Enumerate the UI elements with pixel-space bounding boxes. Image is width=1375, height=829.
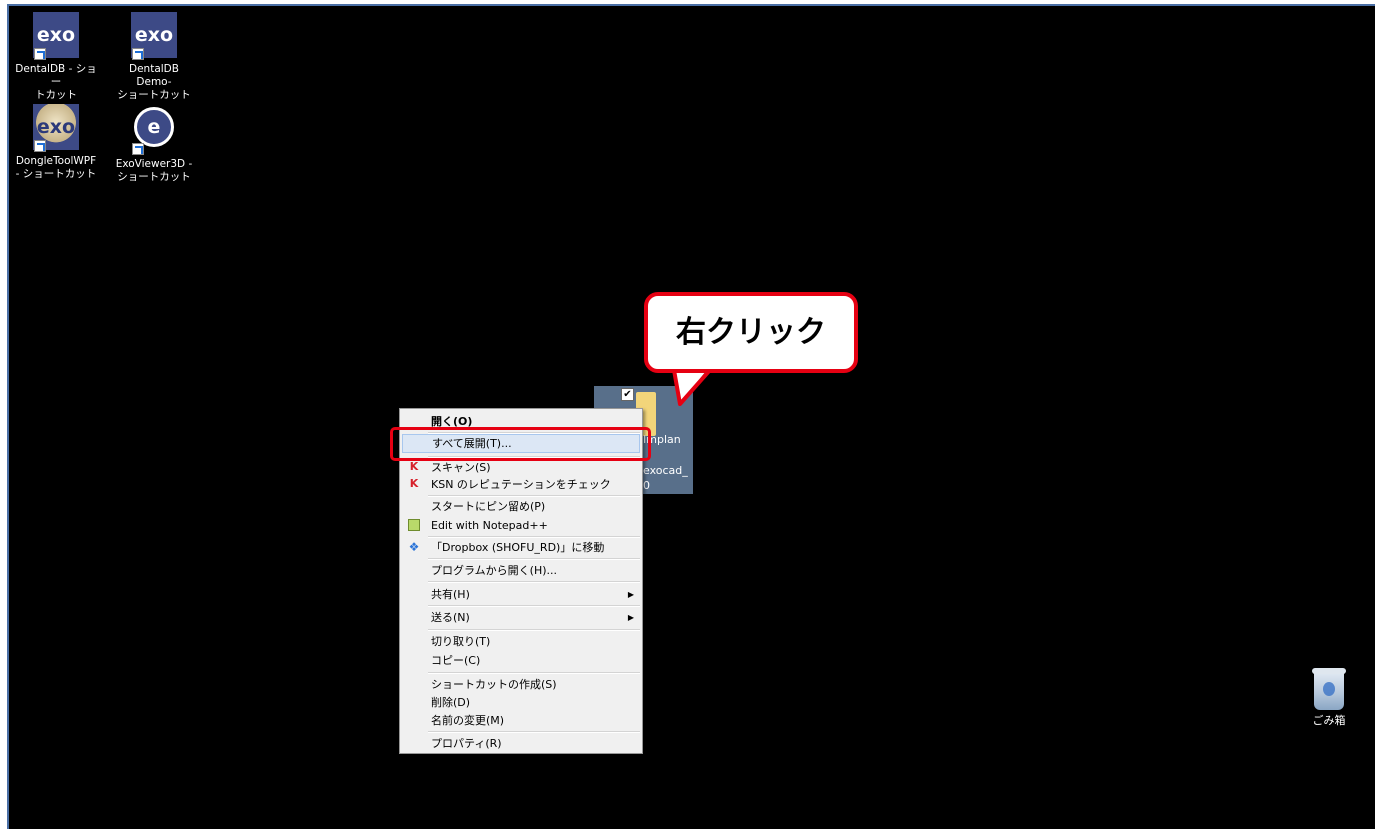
shortcut-arrow-icon bbox=[34, 48, 46, 60]
menu-separator bbox=[428, 581, 640, 583]
file-name-line2: exocad_ bbox=[643, 464, 688, 477]
exo-app-icon: exo bbox=[130, 12, 178, 60]
desktop-icon-exoviewer3d[interactable]: e ExoViewer3D - ショートカット bbox=[111, 104, 197, 184]
menu-item-edit-notepad[interactable]: Edit with Notepad++ bbox=[402, 516, 640, 535]
menu-separator bbox=[428, 605, 640, 607]
notepad-plus-plus-icon bbox=[408, 519, 420, 531]
recycle-bin[interactable]: ごみ箱 bbox=[1302, 668, 1356, 728]
menu-separator bbox=[428, 731, 640, 733]
selection-checkbox[interactable]: ✔ bbox=[621, 388, 634, 401]
desktop-icon-dongletool[interactable]: exo DongleToolWPF - ショートカット bbox=[13, 104, 99, 181]
kaspersky-icon: K bbox=[409, 477, 419, 490]
desktop-icon-dentaldb[interactable]: exo DentalDB - ショー トカット bbox=[13, 12, 99, 102]
dropbox-icon: ❖ bbox=[408, 540, 420, 554]
shortcut-arrow-icon bbox=[132, 48, 144, 60]
menu-item-cut[interactable]: 切り取り(T) bbox=[402, 632, 640, 651]
exoviewer-app-icon: e bbox=[130, 107, 178, 155]
menu-item-rename[interactable]: 名前の変更(M) bbox=[402, 711, 640, 730]
submenu-arrow-icon: ▶ bbox=[627, 590, 634, 599]
kaspersky-icon: K bbox=[409, 460, 419, 473]
menu-item-share[interactable]: 共有(H) ▶ bbox=[402, 585, 640, 604]
menu-item-copy[interactable]: コピー(C) bbox=[402, 651, 640, 670]
menu-separator bbox=[428, 672, 640, 674]
menu-item-delete[interactable]: 削除(D) bbox=[402, 693, 640, 712]
callout-bubble: 右クリック bbox=[644, 292, 858, 373]
menu-item-create-shortcut[interactable]: ショートカットの作成(S) bbox=[402, 675, 640, 694]
highlight-box bbox=[390, 427, 651, 461]
menu-item-ksn-check[interactable]: K KSN のレピュテーションをチェック bbox=[402, 475, 640, 494]
menu-item-open-with[interactable]: プログラムから開く(H)... bbox=[402, 561, 640, 580]
recycle-bin-icon bbox=[1312, 668, 1346, 710]
submenu-arrow-icon: ▶ bbox=[627, 613, 634, 622]
shortcut-arrow-icon bbox=[34, 140, 46, 152]
menu-separator bbox=[428, 629, 640, 631]
menu-item-pin-to-start[interactable]: スタートにピン留め(P) bbox=[402, 497, 640, 516]
shortcut-arrow-icon bbox=[132, 143, 144, 155]
menu-item-properties[interactable]: プロパティ(R) bbox=[402, 734, 640, 753]
desktop-icon-dentaldb-demo[interactable]: exo DentalDB Demo- ショートカット bbox=[111, 12, 197, 102]
menu-separator bbox=[428, 558, 640, 560]
menu-item-move-dropbox[interactable]: ❖ 「Dropbox (SHOFU_RD)」に移動 bbox=[402, 538, 640, 557]
exo-app-icon: exo bbox=[32, 12, 80, 60]
dongle-app-icon: exo bbox=[32, 104, 80, 152]
file-name-line3: 0 bbox=[643, 479, 650, 492]
menu-item-send-to[interactable]: 送る(N) ▶ bbox=[402, 608, 640, 627]
